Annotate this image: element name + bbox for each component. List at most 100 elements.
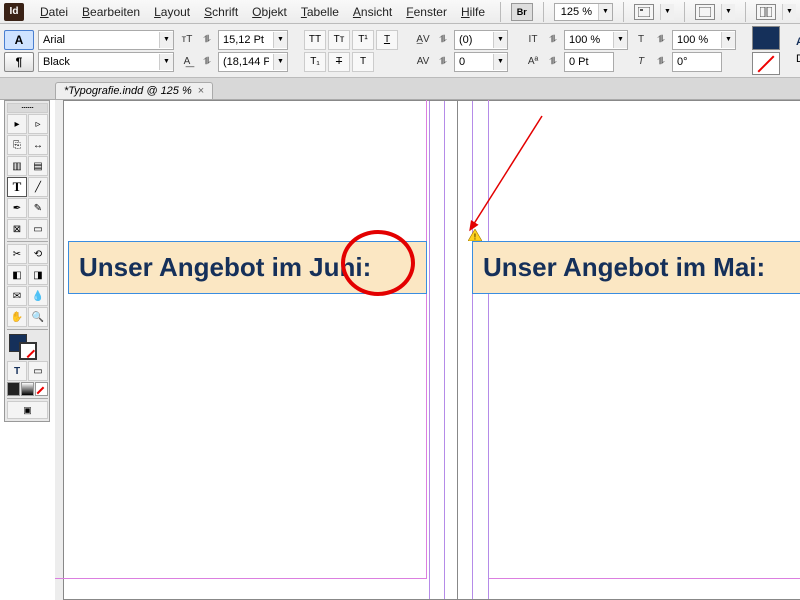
view-mode-button[interactable]: ▣ <box>7 401 48 419</box>
apply-color-icon[interactable] <box>7 382 20 396</box>
eyedropper-tool[interactable]: 💧 <box>28 286 48 306</box>
kerning-select[interactable]: ▼ <box>454 30 508 50</box>
dropdown-arrow-icon[interactable]: ▼ <box>660 4 674 20</box>
stepper-icon[interactable]: ⥮ <box>652 31 670 49</box>
font-size-select[interactable]: ▼ <box>218 30 288 50</box>
menu-type[interactable]: Schrift <box>198 3 244 21</box>
fill-stroke-proxy[interactable] <box>7 332 48 360</box>
dropdown-arrow-icon[interactable]: ▼ <box>613 32 627 48</box>
menu-window[interactable]: Fenster <box>400 3 453 21</box>
content-placer-tool[interactable]: ▤ <box>28 156 48 176</box>
font-family-select[interactable]: ▼ <box>38 30 174 50</box>
all-caps-button[interactable]: TT <box>304 30 326 50</box>
content-collector-tool[interactable]: ▥ <box>7 156 27 176</box>
strikethrough-button[interactable]: T <box>328 52 350 72</box>
font-family-input[interactable] <box>39 31 159 49</box>
document-canvas[interactable]: Unser Angebot im Juni: Unser Angebot im … <box>55 100 800 600</box>
dropdown-arrow-icon[interactable]: ▼ <box>493 54 507 70</box>
hscale-input[interactable] <box>673 31 721 49</box>
leading-icon: A͟ <box>178 53 196 71</box>
stepper-icon[interactable]: ⥮ <box>652 53 670 71</box>
character-mode-button[interactable]: A <box>4 30 34 50</box>
underline-button[interactable]: T <box>376 30 398 50</box>
font-size-input[interactable] <box>219 31 273 49</box>
superscript-button[interactable]: T¹ <box>352 30 374 50</box>
direct-selection-tool[interactable]: ▹ <box>28 114 48 134</box>
tracking-select[interactable]: ▼ <box>454 52 508 72</box>
vscale-select[interactable]: ▼ <box>564 30 628 50</box>
dropdown-arrow-icon[interactable]: ▼ <box>721 4 735 20</box>
kerning-input[interactable] <box>455 31 493 49</box>
gradient-swatch-tool[interactable]: ◧ <box>7 265 27 285</box>
bridge-button[interactable]: Br <box>511 3 533 21</box>
page-tool[interactable]: ⎘ <box>7 135 27 155</box>
dropdown-arrow-icon[interactable]: ▼ <box>721 32 735 48</box>
dropdown-arrow-icon[interactable]: ▼ <box>159 32 173 48</box>
menu-table[interactable]: Tabelle <box>295 3 345 21</box>
font-style-input[interactable] <box>39 53 159 71</box>
line-tool[interactable]: ╱ <box>28 177 48 197</box>
leading-input[interactable] <box>219 53 273 71</box>
apply-gradient-icon[interactable] <box>21 382 34 396</box>
gradient-feather-tool[interactable]: ◨ <box>28 265 48 285</box>
view-options-icon[interactable] <box>634 4 654 20</box>
formatting-container-icon[interactable]: T <box>7 361 27 381</box>
type-tool[interactable]: T <box>7 177 27 197</box>
stepper-icon[interactable]: ⥮ <box>198 31 216 49</box>
dropdown-arrow-icon[interactable]: ▼ <box>159 54 173 70</box>
menu-file[interactable]: Datei <box>34 3 74 21</box>
text-stroke-swatch[interactable] <box>752 52 780 76</box>
note-tool[interactable]: ✉ <box>7 286 27 306</box>
dropdown-arrow-icon[interactable]: ▼ <box>273 32 287 48</box>
menu-edit[interactable]: Bearbeiten <box>76 3 146 21</box>
screen-mode-icon[interactable] <box>695 4 715 20</box>
font-style-select[interactable]: ▼ <box>38 52 174 72</box>
dropdown-arrow-icon[interactable]: ▼ <box>782 4 796 20</box>
text-frame-right[interactable]: Unser Angebot im Mai: <box>472 241 800 294</box>
menu-view[interactable]: Ansicht <box>347 3 398 21</box>
stepper-icon[interactable]: ⥮ <box>544 53 562 71</box>
close-tab-icon[interactable]: × <box>198 85 204 97</box>
stepper-icon[interactable]: ⥮ <box>544 31 562 49</box>
tools-grip[interactable]: ┄┄ <box>7 103 48 113</box>
baseline-input[interactable] <box>565 53 613 71</box>
menu-layout[interactable]: Layout <box>148 3 196 21</box>
paragraph-mode-button[interactable]: ¶ <box>4 52 34 72</box>
text-fill-swatch[interactable] <box>752 26 780 50</box>
tracking-input[interactable] <box>455 53 493 71</box>
menu-help[interactable]: Hilfe <box>455 3 491 21</box>
rectangle-tool[interactable]: ▭ <box>28 219 48 239</box>
menu-object[interactable]: Objekt <box>246 3 293 21</box>
stepper-icon[interactable]: ⥮ <box>198 53 216 71</box>
zoom-level[interactable]: 125 % ▼ <box>554 3 613 21</box>
hscale-select[interactable]: ▼ <box>672 30 736 50</box>
selection-tool[interactable]: ▸ <box>7 114 27 134</box>
scissors-tool[interactable]: ✂ <box>7 244 27 264</box>
vscale-input[interactable] <box>565 31 613 49</box>
formatting-text-icon[interactable]: ▭ <box>28 361 48 381</box>
gap-tool[interactable]: ↔ <box>28 135 48 155</box>
skew-input[interactable] <box>673 53 721 71</box>
rectangle-frame-tool[interactable]: ⊠ <box>7 219 27 239</box>
baseline-select[interactable] <box>564 52 614 72</box>
leading-select[interactable]: ▼ <box>218 52 288 72</box>
apply-none-icon[interactable] <box>35 382 48 396</box>
hand-tool[interactable]: ✋ <box>7 307 27 327</box>
page-left[interactable]: Unser Angebot im Juni: <box>63 100 458 600</box>
free-transform-tool[interactable]: ⟲ <box>28 244 48 264</box>
vscale-icon: IT <box>524 31 542 49</box>
ligatures-button[interactable]: T <box>352 52 374 72</box>
dropdown-arrow-icon[interactable]: ▼ <box>598 4 612 20</box>
stepper-icon[interactable]: ⥮ <box>434 31 452 49</box>
document-tab[interactable]: *Typografie.indd @ 125 % × <box>55 82 213 99</box>
stepper-icon[interactable]: ⥮ <box>434 53 452 71</box>
arrange-documents-icon[interactable] <box>756 4 776 20</box>
pen-tool[interactable]: ✒ <box>7 198 27 218</box>
pencil-tool[interactable]: ✎ <box>28 198 48 218</box>
small-caps-button[interactable]: Tᴛ <box>328 30 350 50</box>
dropdown-arrow-icon[interactable]: ▼ <box>493 32 507 48</box>
skew-select[interactable] <box>672 52 722 72</box>
zoom-tool[interactable]: 🔍 <box>28 307 48 327</box>
subscript-button[interactable]: T₁ <box>304 52 326 72</box>
dropdown-arrow-icon[interactable]: ▼ <box>273 54 287 70</box>
